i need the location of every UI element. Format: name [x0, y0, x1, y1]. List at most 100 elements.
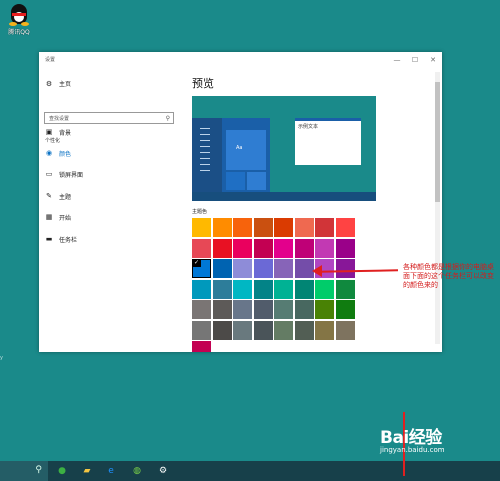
ie-browser-icon[interactable]: e: [104, 464, 118, 478]
accent-swatch[interactable]: [192, 279, 211, 299]
accent-color-label: 主题色: [192, 209, 208, 215]
taskbar-search-box[interactable]: ⚲: [0, 461, 48, 481]
search-input[interactable]: 查找设置 ⚲: [44, 112, 174, 124]
title-bar[interactable]: 设置 — ☐ ✕: [39, 52, 442, 67]
sidebar-item-3[interactable]: ✎ 主题: [45, 191, 165, 201]
accent-swatch[interactable]: [233, 279, 252, 299]
palette-icon: ◉: [45, 149, 53, 157]
preview-start-menu: Aa: [192, 118, 270, 192]
page-title: 预览: [192, 77, 214, 90]
sidebar-item-2[interactable]: ▭ 锁屏界面: [45, 169, 165, 179]
accent-swatch[interactable]: [315, 320, 334, 340]
accent-swatch[interactable]: [315, 238, 334, 258]
accent-swatch[interactable]: [233, 320, 252, 340]
accent-swatch[interactable]: [274, 238, 293, 258]
accent-swatch[interactable]: [294, 238, 314, 258]
search-placeholder: 查找设置: [49, 115, 70, 122]
accent-swatch[interactable]: [335, 259, 355, 278]
qq-penguin-icon: [8, 2, 30, 26]
sidebar-item-5[interactable]: ▬ 任务栏: [45, 234, 165, 244]
sidebar-item-0[interactable]: ▣ 背景: [45, 127, 165, 137]
settings-window: 设置 — ☐ ✕ ⚙ 主页 查找设置 ⚲ 个性化 ▣ 背景 ◉ 颜色 ▭ 锁屏界面 ✎ 主题 ▦…: [39, 52, 442, 352]
accent-swatch[interactable]: [253, 238, 273, 258]
accent-swatch[interactable]: [335, 238, 355, 258]
watermark-logo-text: Bai经验: [380, 428, 442, 448]
accent-swatch[interactable]: [315, 300, 334, 319]
lock-screen-icon: ▭: [45, 170, 53, 178]
desktop-qq-shortcut[interactable]: 腾讯QQ: [2, 2, 36, 36]
sidebar-item-4[interactable]: ▦ 开始: [45, 212, 165, 222]
preview-window-text: 示例文本: [298, 124, 319, 130]
accent-swatch[interactable]: [233, 238, 252, 258]
preview-window: 示例文本: [295, 118, 361, 165]
nav-home[interactable]: ⚙ 主页: [45, 79, 71, 89]
accent-swatch[interactable]: [192, 341, 211, 352]
accent-swatch[interactable]: [192, 218, 211, 237]
accent-swatch[interactable]: [335, 320, 355, 340]
accent-swatch[interactable]: [233, 259, 252, 278]
accent-swatch[interactable]: [335, 279, 355, 299]
sidebar-item-label: 主题: [59, 193, 72, 201]
accent-swatch[interactable]: [212, 259, 232, 278]
close-button[interactable]: ✕: [424, 52, 442, 67]
section-label: 个性化: [45, 138, 61, 144]
wechat-icon[interactable]: ◍: [130, 464, 144, 478]
accent-swatch[interactable]: [274, 279, 293, 299]
taskbar-icon: ▬: [45, 235, 53, 243]
settings-main: 预览 Aa 示例文本 主题色 ✓: [192, 67, 442, 352]
accent-swatch[interactable]: [315, 218, 334, 237]
accent-swatch[interactable]: ✓: [192, 259, 211, 278]
accent-swatch[interactable]: [294, 300, 314, 319]
brush-icon: ✎: [46, 192, 52, 200]
accent-swatch[interactable]: [253, 218, 273, 237]
accent-swatch[interactable]: [274, 259, 293, 278]
scrollbar[interactable]: [435, 72, 440, 344]
watermark-url: jingyan.baidu.com: [380, 446, 445, 454]
desktop-edge-text: y: [0, 355, 3, 361]
accent-color-grid: ✓: [192, 218, 355, 352]
accent-swatch[interactable]: [274, 218, 293, 237]
search-icon: ⚲: [165, 114, 170, 122]
preview-tile-text: Aa: [236, 145, 243, 151]
file-explorer-icon[interactable]: ▰: [80, 464, 94, 478]
sidebar-item-label: 背景: [59, 129, 72, 137]
taskbar: ⚲ ● ▰ e ◍ ⚙: [0, 461, 500, 481]
accent-swatch[interactable]: [253, 259, 273, 278]
preview-taskbar: [192, 192, 376, 201]
accent-swatch[interactable]: [192, 238, 211, 258]
accent-swatch[interactable]: [212, 300, 232, 319]
accent-swatch[interactable]: [253, 300, 273, 319]
accent-swatch[interactable]: [294, 218, 314, 237]
accent-swatch[interactable]: [253, 320, 273, 340]
accent-swatch[interactable]: [233, 218, 252, 237]
picture-icon: ▣: [45, 128, 53, 136]
accent-swatch[interactable]: [294, 259, 314, 278]
settings-gear-icon[interactable]: ⚙: [156, 464, 170, 478]
accent-swatch[interactable]: [274, 300, 293, 319]
accent-swatch[interactable]: [212, 279, 232, 299]
checkmark-icon: ✓: [192, 259, 201, 267]
minimize-button[interactable]: —: [388, 52, 406, 67]
accent-swatch[interactable]: [294, 279, 314, 299]
settings-sidebar: ⚙ 主页 查找设置 ⚲ 个性化 ▣ 背景 ◉ 颜色 ▭ 锁屏界面 ✎ 主题 ▦ 开始 ▬ 任务栏: [39, 67, 179, 352]
accent-swatch[interactable]: [294, 320, 314, 340]
accent-swatch[interactable]: [192, 320, 211, 340]
accent-swatch[interactable]: [253, 279, 273, 299]
sidebar-item-1[interactable]: ◉ 颜色: [45, 148, 165, 158]
accent-swatch[interactable]: [335, 300, 355, 319]
baidu-watermark: Bai经验 jingyan.baidu.com: [380, 423, 498, 461]
accent-swatch[interactable]: [192, 300, 211, 319]
accent-swatch[interactable]: [212, 218, 232, 237]
browser-icon[interactable]: ●: [55, 464, 69, 478]
home-gear-icon: ⚙: [45, 79, 53, 88]
accent-swatch[interactable]: [212, 238, 232, 258]
scroll-thumb[interactable]: [435, 82, 440, 202]
desktop: { "desktop": { "icon_label": "腾讯QQ", "ed…: [0, 0, 500, 481]
accent-swatch[interactable]: [233, 300, 252, 319]
maximize-button[interactable]: ☐: [406, 52, 424, 67]
accent-swatch[interactable]: [335, 218, 355, 237]
theme-preview: Aa 示例文本: [192, 96, 376, 201]
accent-swatch[interactable]: [315, 279, 334, 299]
accent-swatch[interactable]: [274, 320, 293, 340]
accent-swatch[interactable]: [212, 320, 232, 340]
